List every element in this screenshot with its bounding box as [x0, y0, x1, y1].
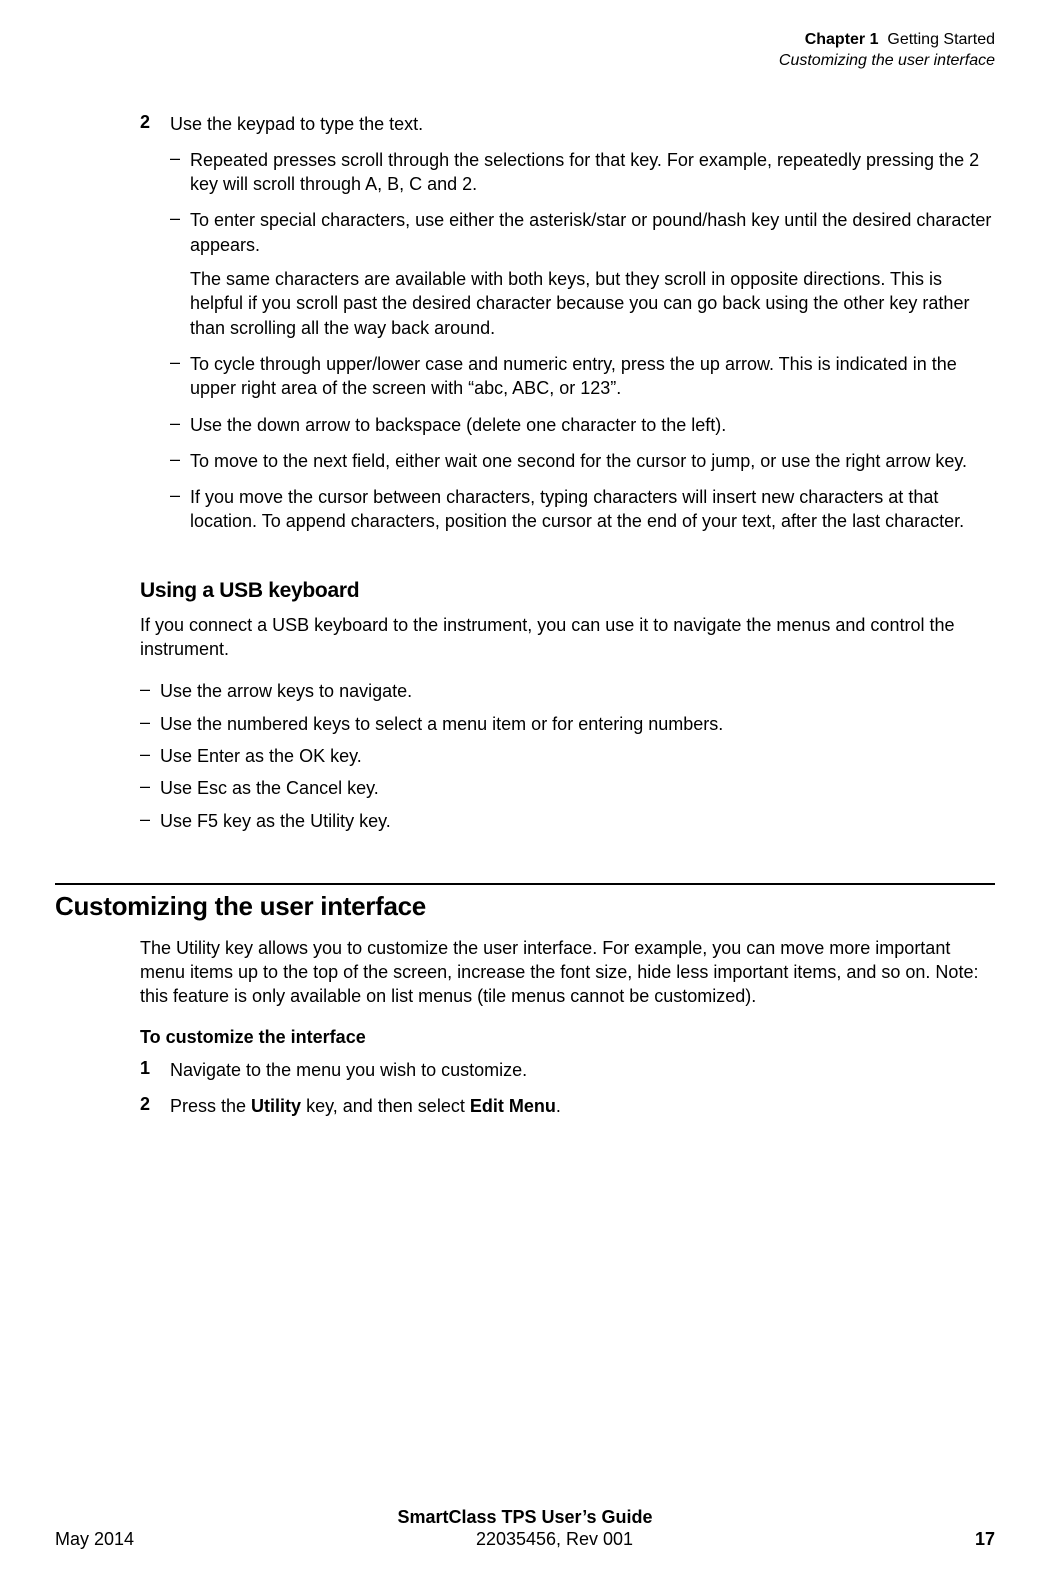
- step-row: 2 Use the keypad to type the text.: [140, 112, 995, 136]
- footer-guide-title: SmartClass TPS User’s Guide: [55, 1506, 995, 1529]
- list-item: – To cycle through upper/lower case and …: [170, 352, 995, 401]
- customize-block: The Utility key allows you to customize …: [140, 936, 995, 1118]
- dash-icon: –: [140, 744, 160, 768]
- step2-suffix: .: [556, 1096, 561, 1116]
- usb-bullet-list: – Use the arrow keys to navigate. – Use …: [140, 679, 995, 832]
- list-item: – Repeated presses scroll through the se…: [170, 148, 995, 197]
- list-text: Repeated presses scroll through the sele…: [190, 148, 995, 197]
- list-text: Use the numbered keys to select a menu i…: [160, 712, 723, 736]
- dash-icon: –: [140, 776, 160, 800]
- list-text: To enter special characters, use either …: [190, 208, 995, 339]
- customizing-heading: Customizing the user interface: [55, 891, 995, 922]
- dash-icon: –: [140, 679, 160, 703]
- step-text: Use the keypad to type the text.: [170, 112, 423, 136]
- list-item: – Use Esc as the Cancel key.: [140, 776, 995, 800]
- edit-menu-label: Edit Menu: [470, 1096, 556, 1116]
- dash-icon: –: [170, 413, 190, 437]
- list-item: – To move to the next field, either wait…: [170, 449, 995, 473]
- chapter-title: Getting Started: [887, 31, 995, 48]
- dash-icon: –: [170, 352, 190, 401]
- list-text: Use the arrow keys to navigate.: [160, 679, 412, 703]
- list-item: – Use the arrow keys to navigate.: [140, 679, 995, 703]
- customize-intro: The Utility key allows you to customize …: [140, 936, 995, 1009]
- dash-icon: –: [170, 449, 190, 473]
- dash-icon: –: [170, 208, 190, 339]
- page-header: Chapter 1 Getting Started Customizing th…: [55, 30, 995, 72]
- section-divider: [55, 883, 995, 885]
- header-section-title: Customizing the user interface: [55, 51, 995, 72]
- step-text: Navigate to the menu you wish to customi…: [170, 1058, 527, 1082]
- step-row: 1 Navigate to the menu you wish to custo…: [140, 1058, 995, 1082]
- usb-keyboard-heading: Using a USB keyboard: [140, 579, 995, 603]
- list-item: – Use F5 key as the Utility key.: [140, 809, 995, 833]
- dash-icon: –: [170, 148, 190, 197]
- list-text: To cycle through upper/lower case and nu…: [190, 352, 995, 401]
- customize-subheading: To customize the interface: [140, 1027, 995, 1048]
- dash-icon: –: [170, 485, 190, 534]
- step-number: 1: [140, 1058, 170, 1082]
- step-text: Press the Utility key, and then select E…: [170, 1094, 561, 1118]
- footer-page-number: 17: [975, 1529, 995, 1550]
- list-text: To move to the next field, either wait o…: [190, 449, 967, 473]
- list-item: – Use the numbered keys to select a menu…: [140, 712, 995, 736]
- step-number: 2: [140, 1094, 170, 1118]
- step-row: 2 Press the Utility key, and then select…: [140, 1094, 995, 1118]
- step-2-block: 2 Use the keypad to type the text. – Rep…: [140, 112, 995, 833]
- utility-key-label: Utility: [251, 1096, 301, 1116]
- footer-date: May 2014: [55, 1529, 134, 1550]
- list-item: – Use the down arrow to backspace (delet…: [170, 413, 995, 437]
- step2-mid: key, and then select: [301, 1096, 470, 1116]
- list-text: If you move the cursor between character…: [190, 485, 995, 534]
- list-item: – To enter special characters, use eithe…: [170, 208, 995, 339]
- list-text: Use Esc as the Cancel key.: [160, 776, 379, 800]
- dash-icon: –: [140, 712, 160, 736]
- list-text: Use Enter as the OK key.: [160, 744, 362, 768]
- list-text-continue: The same characters are available with b…: [190, 267, 995, 340]
- list-text: Use the down arrow to backspace (delete …: [190, 413, 726, 437]
- step-number: 2: [140, 112, 170, 136]
- list-item: – Use Enter as the OK key.: [140, 744, 995, 768]
- page-footer: SmartClass TPS User’s Guide May 2014 220…: [55, 1506, 995, 1550]
- list-text-main: To enter special characters, use either …: [190, 208, 995, 257]
- chapter-label: Chapter 1: [805, 31, 879, 48]
- chapter-line: Chapter 1 Getting Started: [55, 30, 995, 51]
- usb-intro: If you connect a USB keyboard to the ins…: [140, 613, 995, 662]
- step2-prefix: Press the: [170, 1096, 251, 1116]
- page: Chapter 1 Getting Started Customizing th…: [0, 0, 1050, 1590]
- dash-icon: –: [140, 809, 160, 833]
- step2-bullet-list: – Repeated presses scroll through the se…: [170, 148, 995, 534]
- list-item: – If you move the cursor between charact…: [170, 485, 995, 534]
- footer-docnum: 22035456, Rev 001: [476, 1529, 633, 1550]
- list-text: Use F5 key as the Utility key.: [160, 809, 391, 833]
